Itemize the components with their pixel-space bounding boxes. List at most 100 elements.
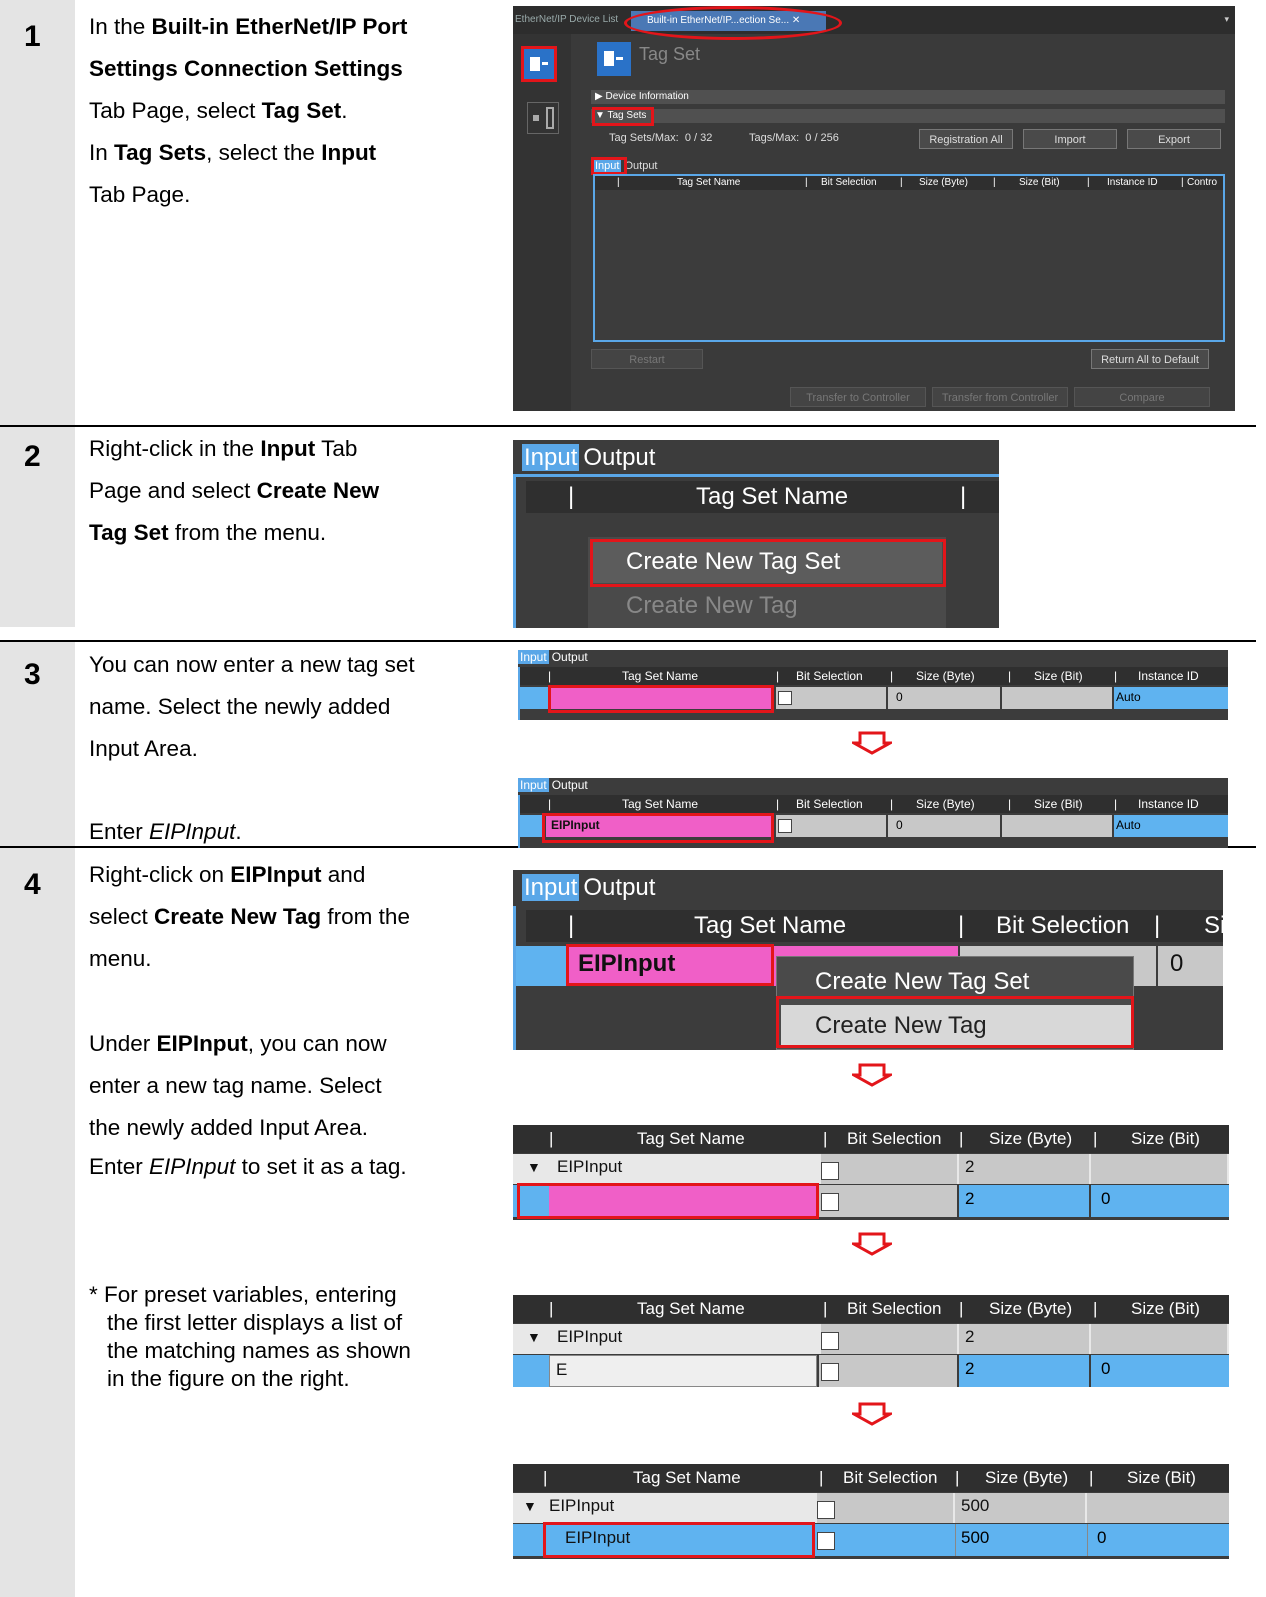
tab-input[interactable]: Input bbox=[522, 874, 580, 901]
restart-button[interactable]: Restart bbox=[591, 349, 703, 369]
menu-item-create-new-tag-set[interactable]: Create New Tag Set bbox=[592, 541, 942, 583]
step-gutter-4 bbox=[0, 848, 75, 1597]
size-bit-value: 0 bbox=[1097, 1528, 1107, 1547]
tab-input[interactable]: Input bbox=[518, 778, 549, 792]
size-byte-value: 500 bbox=[961, 1496, 990, 1515]
col-size-partial: Si bbox=[1204, 912, 1223, 939]
transfer-from-controller-button[interactable]: Transfer from Controller bbox=[932, 387, 1068, 407]
bit-selection-checkbox[interactable] bbox=[821, 1332, 839, 1350]
expand-icon[interactable]: ▼ bbox=[527, 1159, 541, 1175]
col-tag-set-name: Tag Set Name bbox=[622, 669, 699, 683]
col-size-byte: Size (Byte) bbox=[916, 669, 975, 683]
size-byte-value: 0 bbox=[896, 690, 903, 704]
bit-selection-checkbox[interactable] bbox=[817, 1501, 835, 1519]
import-button[interactable]: Import bbox=[1023, 129, 1117, 149]
col-size-bit: Size (Bit) bbox=[1034, 797, 1083, 811]
down-arrow-icon bbox=[852, 1402, 892, 1426]
size-byte-value: 500 bbox=[961, 1528, 990, 1547]
menu-item-create-new-tag[interactable]: Create New Tag bbox=[781, 1005, 1131, 1047]
bit-selection-checkbox[interactable] bbox=[778, 691, 792, 705]
tab-highlight-ellipse bbox=[624, 6, 842, 40]
transfer-to-controller-button[interactable]: Transfer to Controller bbox=[790, 387, 926, 407]
tag-sets-section[interactable]: ▼ Tag Sets bbox=[591, 109, 1225, 123]
tag-set-name-value: EIPInput bbox=[578, 950, 676, 977]
bit-selection-checkbox[interactable] bbox=[821, 1363, 839, 1381]
parent-tag-set-name: EIPInput bbox=[557, 1157, 623, 1176]
col-bit-selection: Bit Selection bbox=[843, 1468, 938, 1487]
col-size-bit: Size (Bit) bbox=[1034, 669, 1083, 683]
create-tag-set-menu-screenshot: Input Output | Tag Set Name | Create New … bbox=[513, 440, 999, 628]
return-all-to-default-button[interactable]: Return All to Default bbox=[1091, 349, 1209, 369]
size-byte-value: 2 bbox=[965, 1189, 975, 1208]
step4-enter-text: Enter EIPInput to set it as a tag. bbox=[89, 1154, 407, 1179]
tab-device-list[interactable]: EtherNet/IP Device List bbox=[515, 14, 625, 25]
col-instance-id: Instance ID bbox=[1138, 797, 1199, 811]
connection-toolbar-icon[interactable] bbox=[527, 102, 559, 134]
col-bit-selection: Bit Selection bbox=[821, 177, 877, 188]
step4-note: * For preset variables, entering the fir… bbox=[89, 1282, 411, 1391]
bit-selection-checkbox[interactable] bbox=[821, 1193, 839, 1211]
step-number: 3 bbox=[24, 658, 41, 691]
col-tag-set-name: Tag Set Name bbox=[637, 1129, 745, 1148]
bit-selection-checkbox[interactable] bbox=[821, 1162, 839, 1180]
down-arrow-icon bbox=[852, 731, 892, 755]
tab-output[interactable]: Output bbox=[549, 650, 591, 664]
col-bit-selection: Bit Selection bbox=[796, 797, 863, 811]
sysmac-connection-settings-screenshot: EtherNet/IP Device List Built-in EtherNe… bbox=[513, 6, 1235, 411]
step1-instructions: In the Built-in EtherNet/IP Port Setting… bbox=[89, 14, 408, 207]
tag-set-name-value: EIPInput bbox=[551, 818, 600, 832]
tab-output[interactable]: Output bbox=[621, 160, 660, 172]
col-tag-set-name: Tag Set Name bbox=[633, 1468, 741, 1487]
step-number: 4 bbox=[24, 868, 41, 901]
step-gutter-1 bbox=[0, 0, 75, 425]
context-menu: Create New Tag Set Create New Tag bbox=[588, 537, 946, 628]
tag-name-input[interactable]: E bbox=[549, 1355, 817, 1387]
expand-icon[interactable]: ▼ bbox=[523, 1498, 537, 1514]
tab-output[interactable]: Output bbox=[579, 874, 659, 901]
tab-input[interactable]: Input bbox=[593, 160, 622, 172]
menu-item-create-new-tag[interactable]: Create New Tag bbox=[592, 585, 942, 627]
col-size-byte: Size (Byte) bbox=[989, 1129, 1073, 1148]
tag-set-grid[interactable]: | Tag Set Name | Bit Selection | Size (B… bbox=[593, 174, 1225, 342]
size-byte-value: 2 bbox=[965, 1327, 975, 1346]
instance-id-value: Auto bbox=[1116, 690, 1141, 704]
entered-tag-set-row-screenshot: Input Output | Tag Set Name | Bit Selecti… bbox=[518, 778, 1228, 848]
tag-name-value: EIPInput bbox=[565, 1528, 631, 1547]
tag-set-toolbar-icon[interactable] bbox=[521, 46, 557, 82]
tag-name-input[interactable] bbox=[549, 1185, 817, 1217]
step-divider bbox=[0, 640, 1256, 642]
tab-input[interactable]: Input bbox=[522, 444, 580, 471]
tab-output[interactable]: Output bbox=[549, 778, 591, 792]
registration-all-button[interactable]: Registration All bbox=[919, 129, 1013, 149]
size-bit-value: 0 bbox=[1101, 1189, 1111, 1208]
step3-enter-text: Enter EIPInput. bbox=[89, 819, 242, 844]
size-byte-value: 0 bbox=[1170, 950, 1184, 977]
col-size-byte: Size (Byte) bbox=[985, 1468, 1069, 1487]
menu-item-create-new-tag-set[interactable]: Create New Tag Set bbox=[781, 961, 1131, 1003]
down-arrow-icon bbox=[852, 1063, 892, 1087]
export-button[interactable]: Export bbox=[1127, 129, 1221, 149]
col-size-bit: Size (Bit) bbox=[1019, 177, 1060, 188]
col-tag-set-name: Tag Set Name bbox=[694, 912, 847, 939]
col-bit-selection: Bit Selection bbox=[796, 669, 863, 683]
tab-output[interactable]: Output bbox=[579, 444, 660, 471]
bit-selection-checkbox[interactable] bbox=[817, 1532, 835, 1550]
size-byte-value: 2 bbox=[965, 1359, 975, 1378]
step-divider bbox=[0, 425, 1256, 427]
step2-instructions: Right-click in the Input Tab Page and se… bbox=[89, 436, 380, 545]
expand-icon[interactable]: ▼ bbox=[527, 1329, 541, 1345]
new-tag-row-screenshot: | Tag Set Name | Bit Selection | Size (B… bbox=[513, 1125, 1229, 1220]
col-size-byte: Size (Byte) bbox=[919, 177, 968, 188]
bit-selection-checkbox[interactable] bbox=[778, 819, 792, 833]
parent-tag-set-name: EIPInput bbox=[549, 1496, 615, 1515]
step3-instructions: You can now enter a new tag set name. Se… bbox=[89, 652, 415, 761]
tab-input[interactable]: Input bbox=[518, 650, 549, 664]
chevron-down-icon[interactable]: ▾ bbox=[1224, 14, 1229, 25]
instance-id-value: Auto bbox=[1116, 818, 1141, 832]
col-size-byte: Size (Byte) bbox=[916, 797, 975, 811]
new-tag-set-row-screenshot: Input Output | Tag Set Name | Bit Selecti… bbox=[518, 650, 1228, 720]
tag-set-name-input[interactable]: EIPInput bbox=[546, 815, 774, 837]
tag-set-name-input[interactable] bbox=[550, 687, 774, 709]
device-information-section[interactable]: ▶ Device Information bbox=[591, 90, 1225, 104]
compare-button[interactable]: Compare bbox=[1074, 387, 1210, 407]
